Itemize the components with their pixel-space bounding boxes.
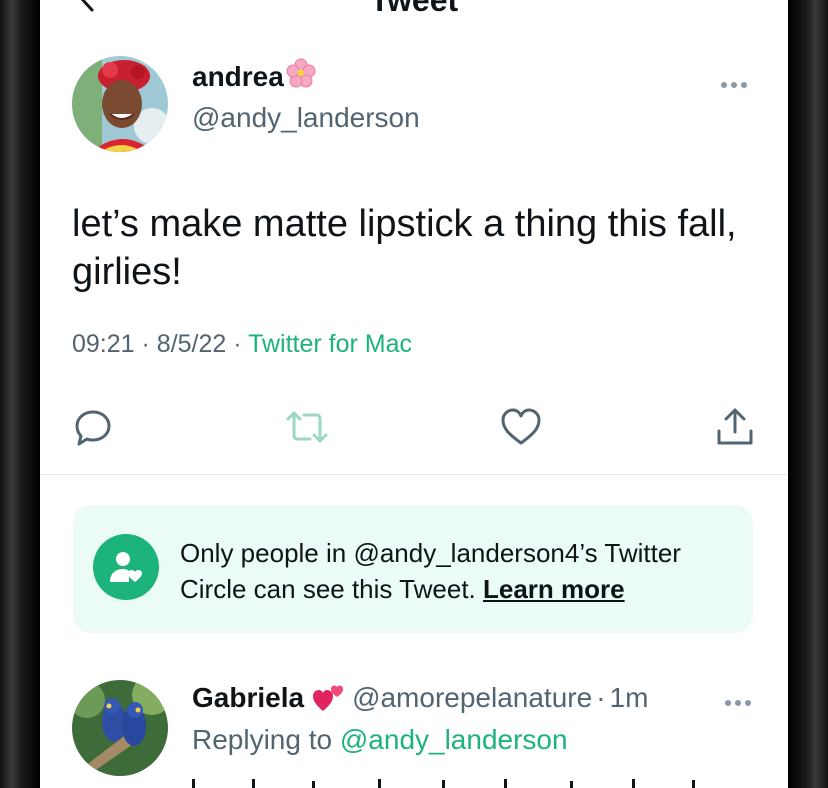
- replying-to-prefix: Replying to: [192, 724, 333, 755]
- reply-author-name[interactable]: Gabriela: [192, 682, 304, 714]
- share-icon: [715, 407, 755, 452]
- reply-icon: [73, 407, 113, 452]
- reply-header: Gabriela @amorepelanature · 1m: [192, 682, 648, 714]
- tweet-screen: Tweet andrea @andy_landerson let’s make …: [40, 0, 788, 788]
- replying-to-line: Replying to @andy_landerson: [192, 724, 568, 756]
- tweet-source-link[interactable]: Twitter for Mac: [248, 330, 412, 358]
- author-handle[interactable]: @andy_landerson: [192, 102, 420, 134]
- tweet-time: 09:21: [72, 330, 135, 358]
- retweet-icon: [284, 407, 330, 452]
- divider: [40, 474, 788, 475]
- author-name[interactable]: andrea: [192, 58, 316, 95]
- reply-more-options-icon[interactable]: [724, 694, 752, 706]
- phone-frame-left: [0, 0, 40, 788]
- like-button[interactable]: [498, 406, 544, 452]
- meta-separator: ·: [141, 330, 150, 358]
- reply-button[interactable]: [70, 406, 116, 452]
- reply-time: 1m: [609, 682, 649, 713]
- circle-people-icon: [93, 534, 159, 600]
- reply-handle[interactable]: @amorepelanature: [352, 682, 592, 714]
- learn-more-link[interactable]: Learn more: [483, 574, 625, 604]
- cherry-blossom-icon: [286, 58, 316, 95]
- two-hearts-icon: [312, 683, 346, 713]
- tweet-meta: 09:21 · 8/5/22 · Twitter for Mac: [72, 330, 412, 359]
- tweet-text: let’s make matte lipstick a thing this f…: [72, 203, 737, 293]
- reply-separator: ·: [596, 682, 606, 713]
- more-options-icon[interactable]: [720, 76, 748, 88]
- heart-icon: [500, 407, 542, 452]
- author-avatar[interactable]: [72, 56, 168, 152]
- reply-text-cropped: [192, 776, 752, 788]
- author-name-text: andrea: [192, 60, 284, 92]
- reply-avatar[interactable]: [72, 680, 168, 776]
- share-button[interactable]: [712, 406, 758, 452]
- circle-notice-text: Only people in @andy_landerson4’s Twitte…: [180, 535, 740, 607]
- phone-frame-right: [788, 0, 828, 788]
- tweet-date: 8/5/22: [156, 330, 227, 358]
- retweet-button[interactable]: [284, 406, 330, 452]
- meta-separator: ·: [233, 330, 242, 358]
- replying-to-mention[interactable]: @andy_landerson: [340, 724, 568, 755]
- page-title: Tweet: [369, 0, 459, 18]
- twitter-circle-notice: Only people in @andy_landerson4’s Twitte…: [73, 505, 753, 633]
